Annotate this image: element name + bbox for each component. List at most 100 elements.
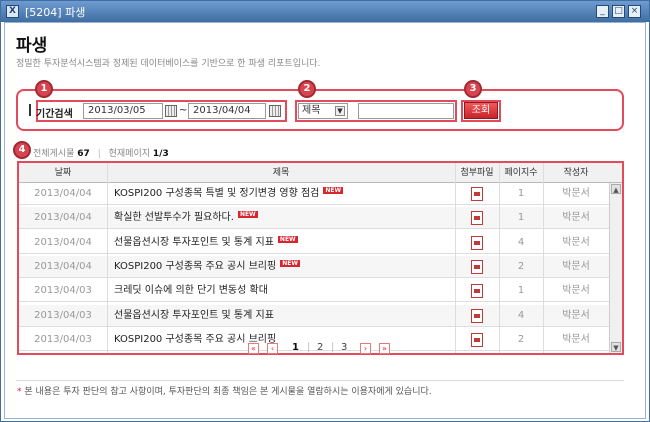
search-button[interactable]: 조회 xyxy=(464,102,498,119)
row-subject[interactable]: 선물옵션시장 투자포인트 및 통계 지표 xyxy=(114,310,274,321)
last-page-button[interactable]: » xyxy=(379,343,390,354)
header-attachment[interactable]: 첨부파일 xyxy=(455,163,499,183)
header-date[interactable]: 날짜 xyxy=(19,163,107,183)
new-badge: NEW xyxy=(280,259,300,267)
page-link-3[interactable]: 3 xyxy=(341,342,347,353)
row-subject-cell[interactable]: 선물옵션시장 투자포인트 및 통계 지표 NEW xyxy=(107,232,455,254)
pdf-icon[interactable] xyxy=(471,308,483,323)
period-label-bar xyxy=(29,104,31,116)
page-link-1[interactable]: 1 xyxy=(292,342,299,353)
date-to-input[interactable]: 2013/04/04 xyxy=(188,103,266,119)
chevron-down-icon: ▼ xyxy=(335,106,345,116)
report-table: 날짜 제목 첨부파일 페이지수 작성자 2013/04/04 KOSPI200 구… xyxy=(17,161,624,355)
page-title: 파생 xyxy=(16,36,48,56)
row-subject-cell[interactable]: KOSPI200 구성종목 주요 공시 브리핑 xyxy=(107,329,455,351)
current-page-label: 현재페이지 xyxy=(108,149,151,159)
pdf-icon[interactable] xyxy=(471,211,483,226)
row-subject[interactable]: 크레딧 이슈에 의한 단기 변동성 확대 xyxy=(114,285,268,296)
page-link-2[interactable]: 2 xyxy=(317,342,323,353)
row-date: 2013/04/03 xyxy=(34,333,92,345)
page-separator: | xyxy=(307,342,311,353)
app-window: X [5204] 파생 _ □ × 파생 정밀한 투자분석시스템과 정제된 데이… xyxy=(0,0,650,422)
row-pages: 1 xyxy=(517,188,525,199)
row-subject[interactable]: 확실한 선발투수가 필요하다. xyxy=(114,212,234,223)
pdf-icon[interactable] xyxy=(471,187,483,201)
scroll-down-icon[interactable]: ▼ xyxy=(611,342,621,352)
scroll-up-icon[interactable]: ▲ xyxy=(611,184,621,194)
disclaimer-star: * xyxy=(17,387,22,397)
field-select[interactable]: 제목 ▼ xyxy=(298,103,348,119)
column-divider xyxy=(455,163,456,353)
app-x-icon: X xyxy=(6,5,19,18)
row-pages: 2 xyxy=(517,260,525,272)
row-author: 박문서 xyxy=(562,309,590,321)
row-subject-cell[interactable]: KOSPI200 구성종목 특별 및 정기변경 영향 점검 NEW xyxy=(107,183,455,205)
row-author: 박문서 xyxy=(562,260,590,272)
row-author: 박문서 xyxy=(562,333,590,345)
row-subject-cell[interactable]: 확실한 선발투수가 필요하다. NEW xyxy=(107,207,455,229)
date-range-separator: ~ xyxy=(179,105,188,116)
total-count: 67 xyxy=(77,149,90,159)
divider xyxy=(16,380,624,381)
row-pages: 4 xyxy=(517,236,525,248)
row-author: 박문서 xyxy=(562,285,590,297)
total-label: 전체게시물 xyxy=(33,149,75,159)
row-date: 2013/04/03 xyxy=(34,285,92,297)
summary-divider: | xyxy=(97,149,101,159)
row-pages: 1 xyxy=(517,285,525,297)
header-pages[interactable]: 페이지수 xyxy=(499,163,543,183)
table-header: 날짜 제목 첨부파일 페이지수 작성자 xyxy=(19,163,622,183)
row-pages: 2 xyxy=(517,333,525,345)
row-subject-cell[interactable]: 크레딧 이슈에 의한 단기 변동성 확대 xyxy=(107,280,455,302)
next-page-button[interactable]: › xyxy=(360,343,371,354)
first-page-button[interactable]: « xyxy=(248,343,259,354)
header-author[interactable]: 작성자 xyxy=(543,163,609,183)
disclaimer-text: 본 내용은 투자 판단의 참고 사항이며, 투자판단의 최종 책임은 본 게시물… xyxy=(24,387,432,397)
keyword-input[interactable] xyxy=(358,103,454,119)
row-date: 2013/04/04 xyxy=(34,260,92,272)
title-bar[interactable]: X [5204] 파생 _ □ × xyxy=(1,1,649,22)
page-subtitle: 정밀한 투자분석시스템과 정제된 데이터베이스를 기반으로 한 파생 리포트입니… xyxy=(16,59,321,69)
date-from-input[interactable]: 2013/03/05 xyxy=(83,103,163,119)
row-subject[interactable]: KOSPI200 구성종목 주요 공시 브리핑 xyxy=(114,261,276,272)
row-date: 2013/04/04 xyxy=(34,212,92,224)
close-icon[interactable]: × xyxy=(628,5,641,18)
row-date: 2013/04/04 xyxy=(34,236,92,248)
prev-page-button[interactable]: ‹ xyxy=(267,343,278,354)
new-badge: NEW xyxy=(323,187,344,194)
header-subject[interactable]: 제목 xyxy=(107,163,455,183)
row-pages: 4 xyxy=(517,309,525,321)
pdf-icon[interactable] xyxy=(471,284,483,299)
row-author: 박문서 xyxy=(562,236,590,248)
callout-marker-2: 2 xyxy=(298,80,316,98)
new-badge: NEW xyxy=(237,211,258,219)
row-date: 2013/04/03 xyxy=(34,309,92,321)
content-area: 파생 정밀한 투자분석시스템과 정제된 데이터베이스를 기반으로 한 파생 리포… xyxy=(4,22,646,419)
disclaimer: * 본 내용은 투자 판단의 참고 사항이며, 투자판단의 최종 책임은 본 게… xyxy=(17,384,432,397)
pdf-icon[interactable] xyxy=(471,259,483,274)
column-divider xyxy=(499,163,500,353)
row-subject[interactable]: 선물옵션시장 투자포인트 및 통계 지표 xyxy=(114,237,274,248)
list-summary: 전체게시물 67 | 현재페이지 1/3 xyxy=(33,146,169,159)
pdf-icon[interactable] xyxy=(471,235,483,250)
row-subject[interactable]: KOSPI200 구성종목 특별 및 정기변경 영향 점검 xyxy=(114,188,319,199)
row-author: 박문서 xyxy=(562,212,590,224)
maximize-icon[interactable]: □ xyxy=(612,5,625,18)
table-scrollbar[interactable]: ▲ ▼ xyxy=(609,183,622,353)
column-divider xyxy=(543,163,544,353)
callout-marker-3: 3 xyxy=(464,80,482,98)
new-badge: NEW xyxy=(277,235,298,243)
page-separator: | xyxy=(331,342,335,353)
row-author: 박문서 xyxy=(562,188,590,199)
period-label: 기간검색 xyxy=(36,109,73,120)
calendar-from-icon[interactable] xyxy=(165,105,177,117)
callout-marker-4: 4 xyxy=(13,141,31,159)
minimize-icon[interactable]: _ xyxy=(596,5,609,18)
pdf-icon[interactable] xyxy=(471,332,483,347)
calendar-to-icon[interactable] xyxy=(269,105,281,117)
row-subject-cell[interactable]: 선물옵션시장 투자포인트 및 통계 지표 xyxy=(107,305,455,327)
window-title: [5204] 파생 xyxy=(25,6,86,19)
callout-marker-1: 1 xyxy=(35,80,53,98)
current-page-value: 1/3 xyxy=(152,149,169,159)
row-subject-cell[interactable]: KOSPI200 구성종목 주요 공시 브리핑 NEW xyxy=(107,256,455,278)
